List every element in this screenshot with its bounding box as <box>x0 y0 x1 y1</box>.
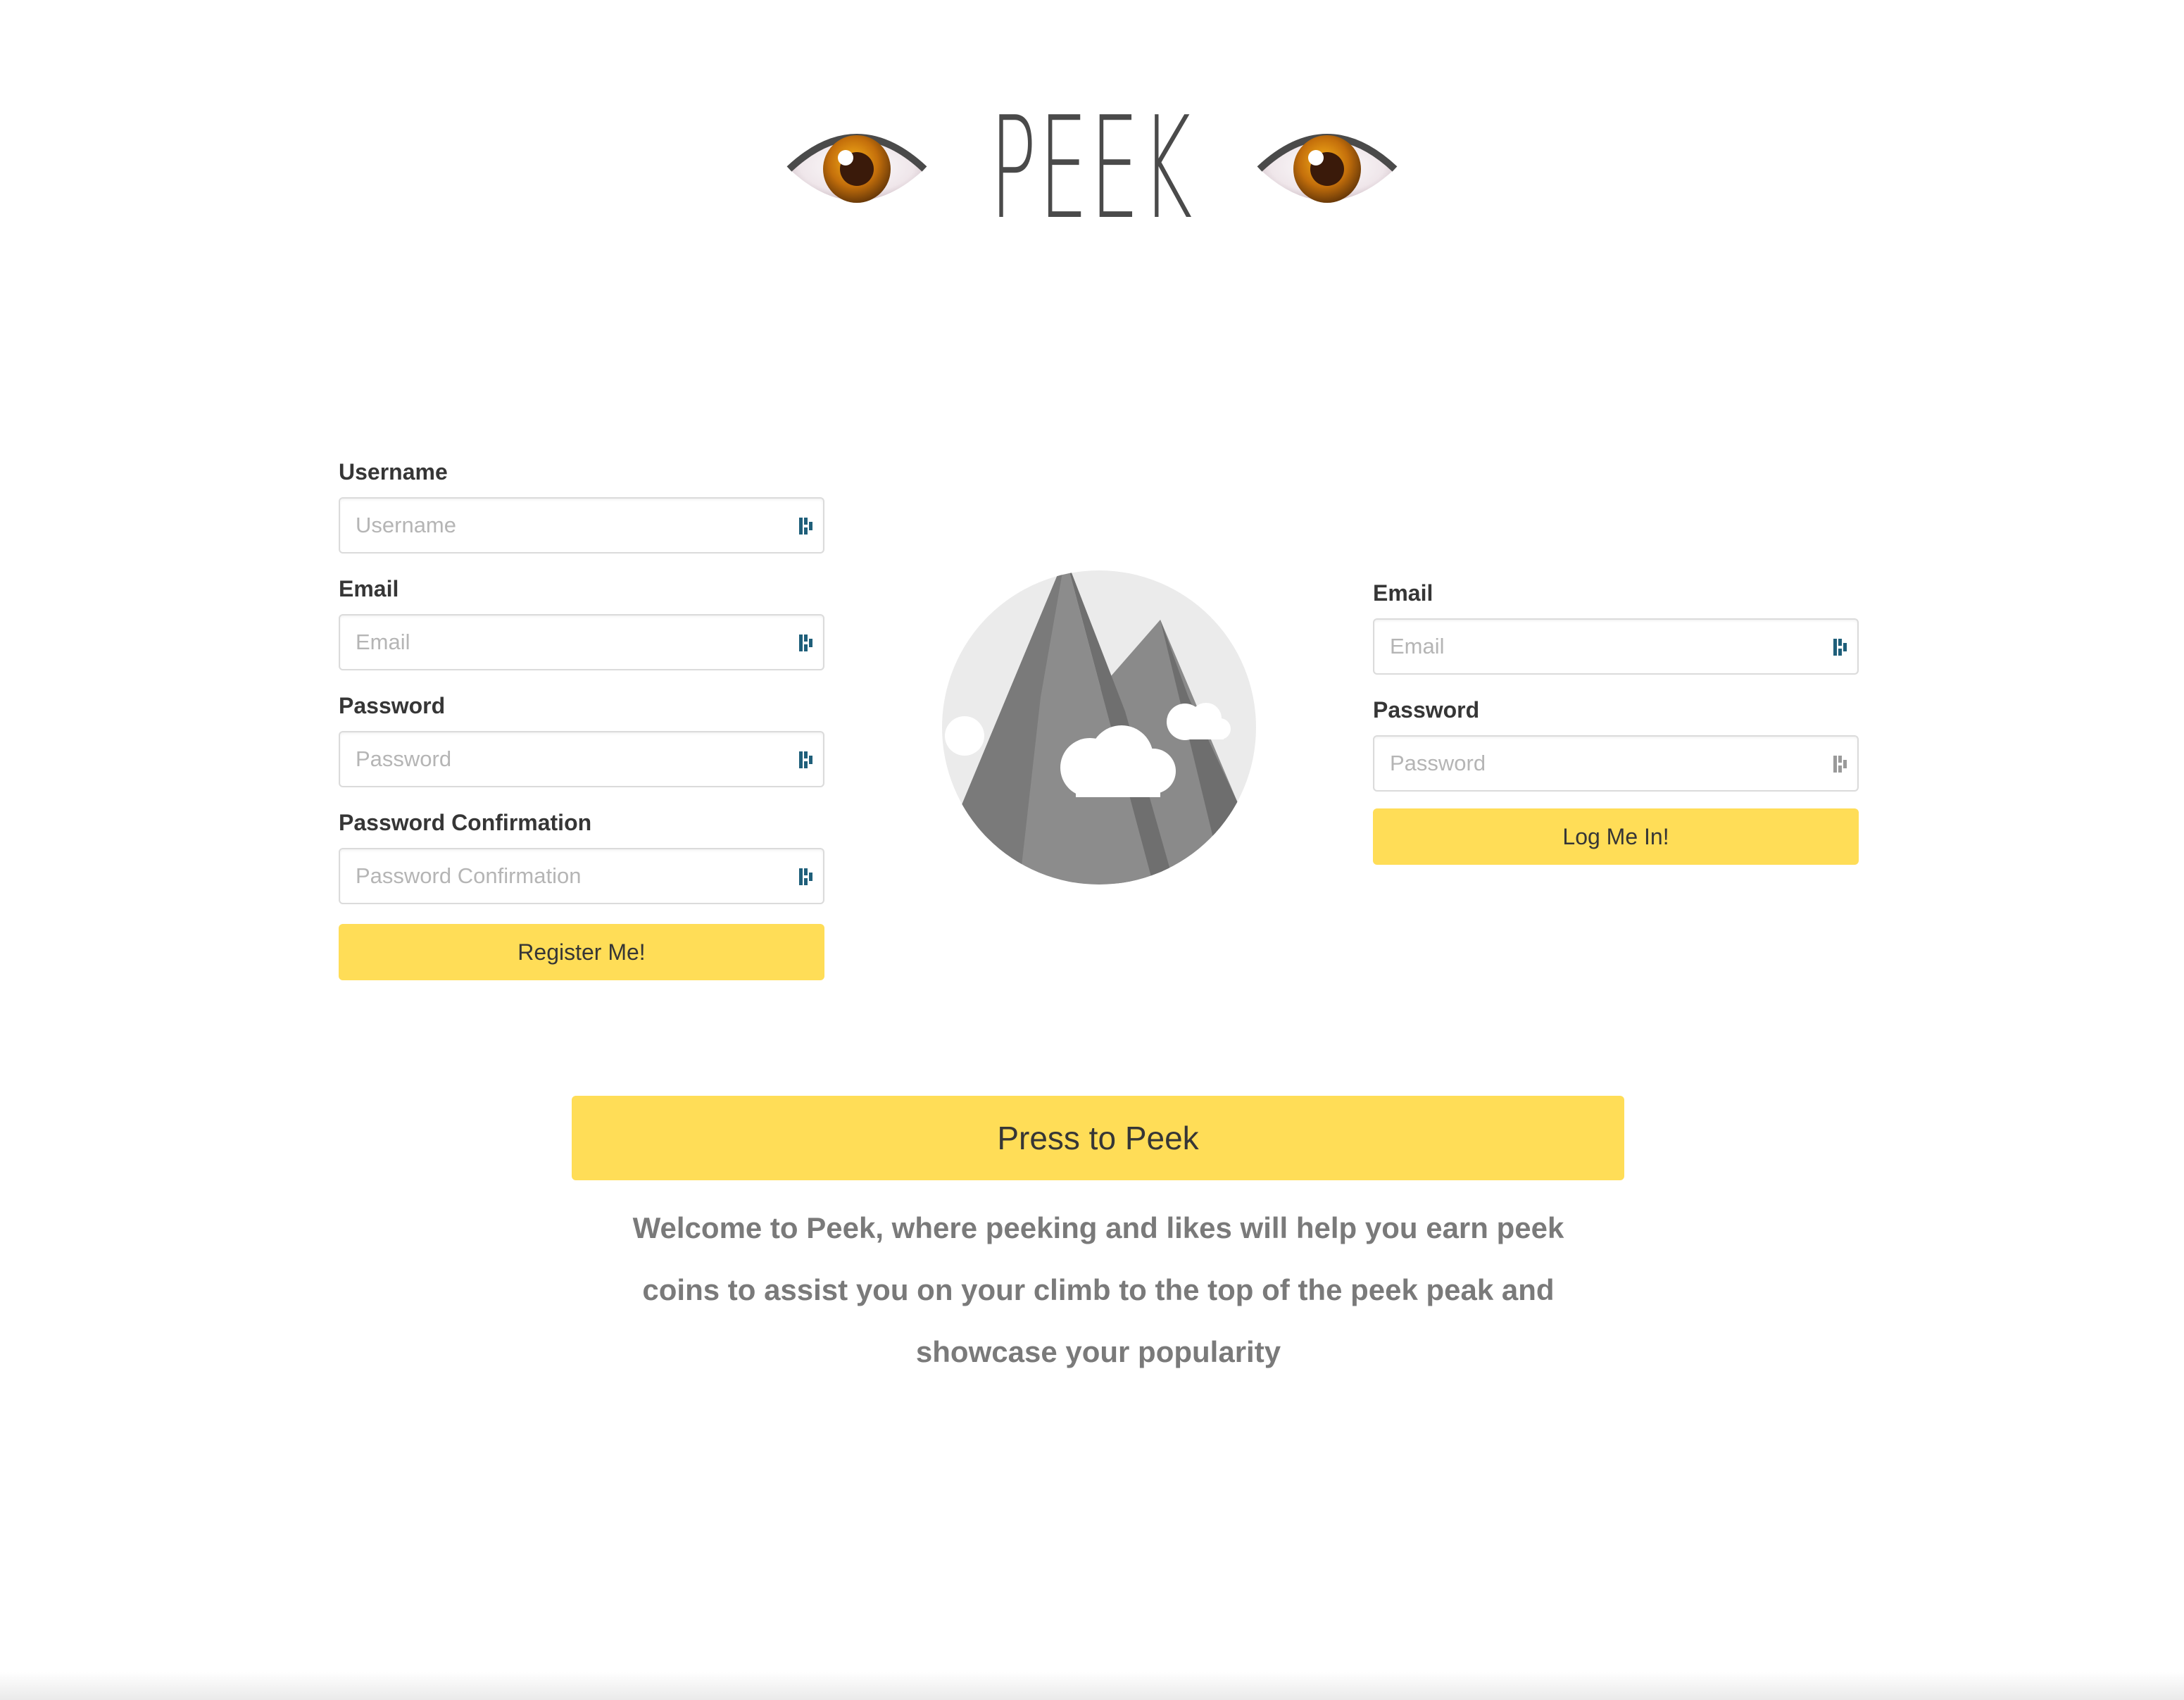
register-button[interactable]: Register Me! <box>339 924 824 980</box>
register-email-input[interactable] <box>339 614 824 670</box>
header-logo: PEEK <box>0 99 2184 239</box>
username-field-wrap <box>339 497 824 554</box>
password-manager-icon[interactable] <box>1832 637 1850 658</box>
welcome-text: Welcome to Peek, where peeking and likes… <box>632 1211 1564 1368</box>
password-confirmation-field-wrap <box>339 848 824 904</box>
email-field-wrap <box>339 614 824 670</box>
login-email-label: Email <box>1373 580 1433 606</box>
eye-icon <box>786 134 927 203</box>
login-email-field-wrap <box>1373 618 1859 675</box>
login-password-label: Password <box>1373 697 1480 723</box>
password-confirmation-input[interactable] <box>339 848 824 904</box>
password-manager-icon[interactable] <box>1832 754 1850 775</box>
app-title: PEEK <box>989 87 1195 251</box>
mountain-placeholder-image <box>942 570 1256 885</box>
password-manager-icon[interactable] <box>798 632 816 654</box>
login-password-field-wrap <box>1373 735 1859 792</box>
register-form: Username Email Password <box>339 456 824 980</box>
eye-icon <box>1257 134 1398 203</box>
password-manager-icon[interactable] <box>798 515 816 537</box>
login-password-input[interactable] <box>1373 735 1859 792</box>
bottom-shadow <box>0 1672 2184 1700</box>
landing-page: PEEK Username Email <box>0 0 2184 1700</box>
password-label: Password <box>339 693 446 718</box>
username-label: Username <box>339 459 448 485</box>
password-manager-icon[interactable] <box>798 866 816 887</box>
password-field-wrap <box>339 731 824 787</box>
login-button[interactable]: Log Me In! <box>1373 808 1859 865</box>
password-manager-icon[interactable] <box>798 749 816 770</box>
register-password-input[interactable] <box>339 731 824 787</box>
login-form: Email Password Log Me In! <box>1373 577 1859 865</box>
press-to-peek-button[interactable]: Press to Peek <box>572 1096 1624 1180</box>
username-input[interactable] <box>339 497 824 554</box>
email-label: Email <box>339 576 399 601</box>
login-email-input[interactable] <box>1373 618 1859 675</box>
password-confirmation-label: Password Confirmation <box>339 810 592 835</box>
